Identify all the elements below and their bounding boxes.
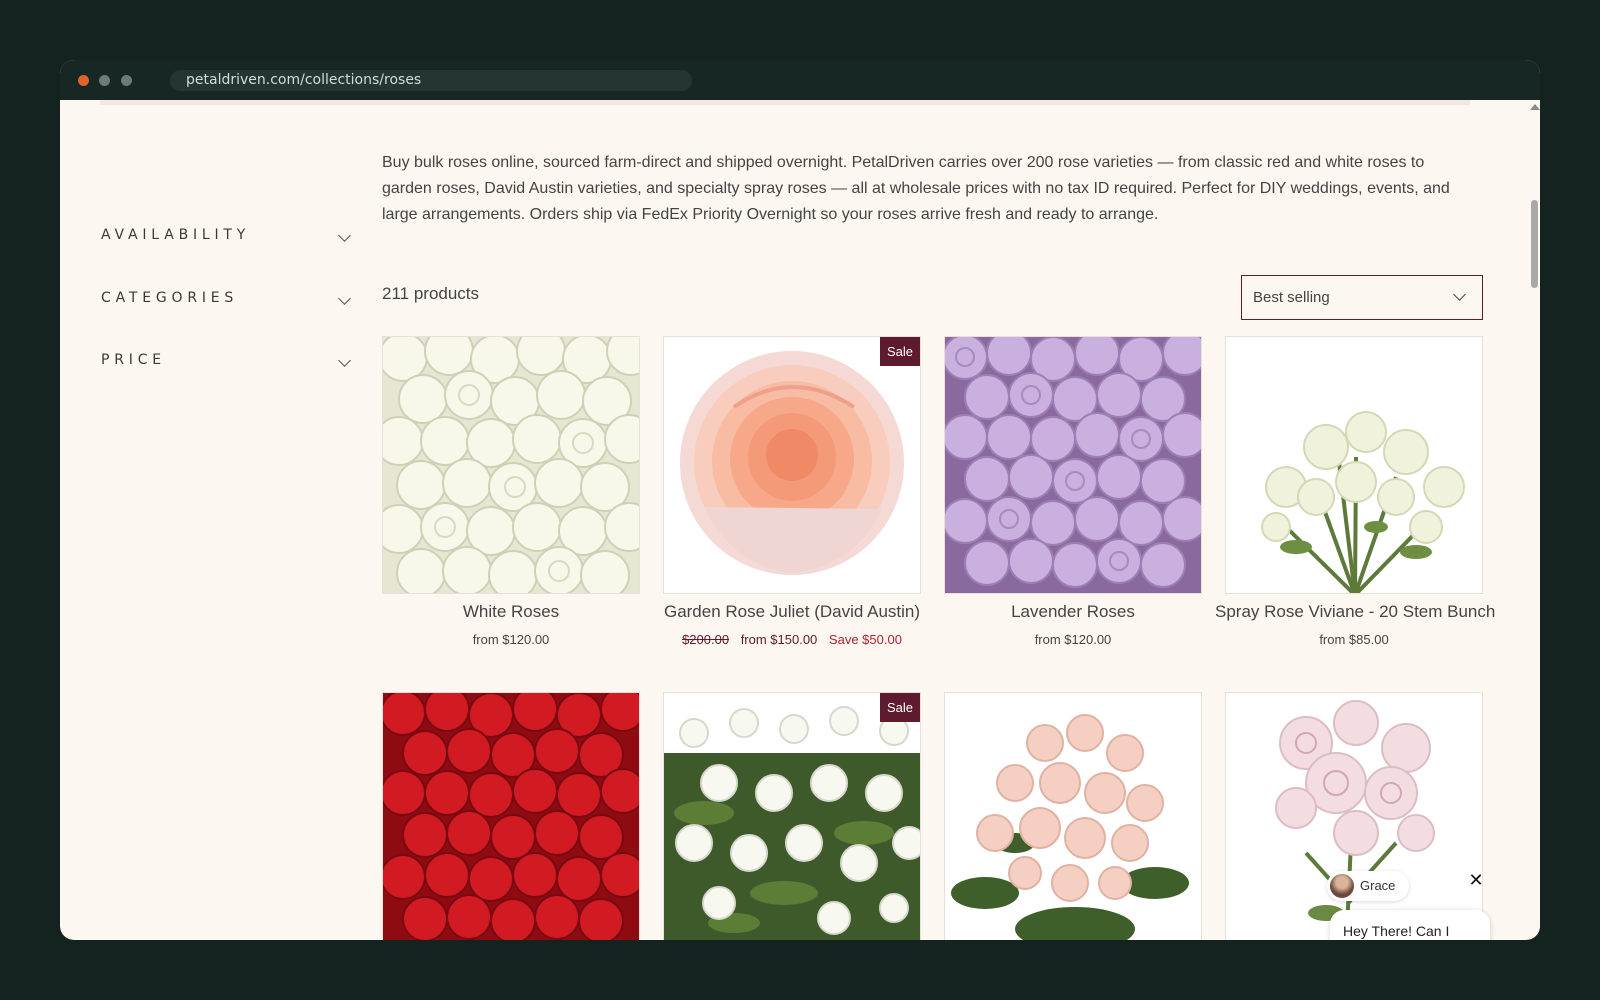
white-roses-image[interactable]	[382, 336, 640, 594]
price-value: from $85.00	[1319, 632, 1389, 647]
red-roses-image[interactable]	[382, 692, 640, 940]
chat-message-text: Hey There! Can I	[1343, 923, 1450, 939]
chevron-down-icon	[1453, 288, 1466, 301]
filter-price[interactable]: PRICE	[101, 347, 351, 377]
scroll-up-arrow-icon[interactable]	[1530, 104, 1540, 110]
lavender-roses-image[interactable]	[944, 336, 1202, 594]
white-spray-rose-image[interactable]	[1225, 336, 1483, 594]
header-divider	[100, 100, 1470, 105]
filter-availability[interactable]: AVAILABILITY	[101, 222, 351, 252]
sort-selected-value: Best selling	[1253, 289, 1330, 306]
product-title[interactable]: Garden Rose Juliet (David Austin)	[653, 602, 931, 622]
chevron-down-icon	[338, 354, 351, 367]
product-title[interactable]: White Roses	[372, 602, 650, 622]
product-price: from $120.00	[362, 632, 660, 647]
scrollbar[interactable]	[1528, 100, 1540, 940]
maximize-window-button[interactable]	[121, 75, 132, 86]
product-title[interactable]: Lavender Roses	[934, 602, 1212, 622]
chevron-down-icon	[338, 229, 351, 242]
filter-categories[interactable]: CATEGORIES	[101, 285, 351, 315]
address-bar[interactable]: petaldriven.com/collections/roses	[170, 70, 692, 91]
browser-window: petaldriven.com/collections/roses AVAILA…	[60, 60, 1540, 940]
product-price: from $120.00	[924, 632, 1222, 647]
blush-garden-rose-image[interactable]	[1225, 692, 1483, 940]
close-icon[interactable]: ✕	[1466, 871, 1486, 891]
savings-amount: Save $50.00	[828, 632, 902, 647]
price-value: from $120.00	[1034, 632, 1112, 647]
chat-agent-name: Grace	[1360, 878, 1396, 893]
product-title[interactable]: Spray Rose Viviane - 20 Stem Bunch	[1215, 602, 1495, 622]
sale-badge: Sale	[880, 693, 920, 722]
filter-label: CATEGORIES	[101, 290, 239, 306]
peach-garden-rose-image[interactable]: Sale	[663, 336, 921, 594]
filter-label: PRICE	[101, 352, 166, 368]
title-bar: petaldriven.com/collections/roses	[60, 60, 1540, 100]
scrollbar-thumb[interactable]	[1531, 200, 1538, 288]
chat-agent-pill[interactable]: Grace	[1327, 871, 1409, 901]
chat-message-bubble[interactable]: Hey There! Can I	[1330, 910, 1490, 940]
product-price: $200.00 from $150.00 Save $50.00	[643, 632, 941, 647]
avatar	[1330, 874, 1354, 898]
minimize-window-button[interactable]	[99, 75, 110, 86]
price-value: from $120.00	[472, 632, 550, 647]
pink-spray-roses-image[interactable]	[944, 692, 1202, 940]
filter-label: AVAILABILITY	[101, 227, 251, 243]
page-content: AVAILABILITY CATEGORIES PRICE Buy bulk r…	[60, 100, 1540, 940]
price-value: from $150.00	[740, 632, 818, 647]
white-spray-roses-image[interactable]: Sale	[663, 692, 921, 940]
product-price: from $85.00	[1205, 632, 1503, 647]
sort-select[interactable]: Best selling	[1241, 275, 1483, 320]
collection-description: Buy bulk roses online, sourced farm-dire…	[382, 154, 1450, 223]
chevron-down-icon	[338, 292, 351, 305]
original-price: $200.00	[682, 632, 730, 647]
close-window-button[interactable]	[78, 75, 89, 86]
sale-badge: Sale	[880, 337, 920, 366]
product-count: 211 products	[382, 284, 480, 303]
